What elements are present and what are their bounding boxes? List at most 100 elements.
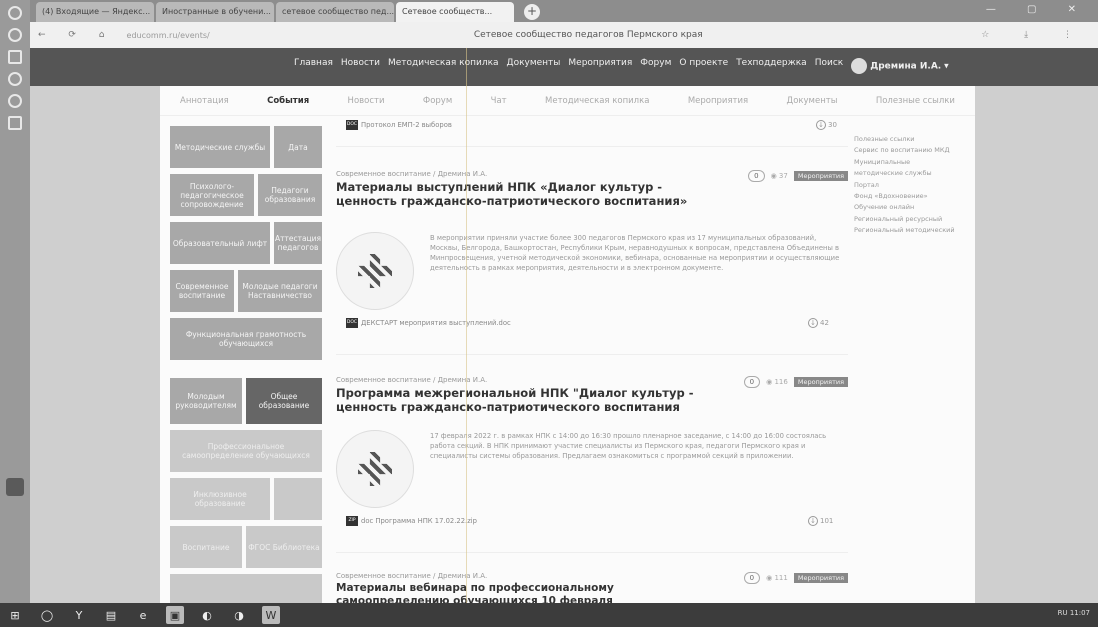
download-icon: ↓ — [816, 120, 826, 130]
menu-icon[interactable] — [8, 6, 22, 20]
community-logo — [336, 232, 414, 310]
history-icon[interactable] — [8, 28, 22, 42]
tile-date[interactable]: Дата — [274, 126, 322, 168]
eye-icon: ◉ — [770, 172, 777, 180]
comments-count[interactable]: 0 — [743, 376, 761, 388]
system-tray[interactable]: RU 11:07 — [1058, 609, 1090, 617]
download-count[interactable]: ↓ 101 — [808, 516, 833, 526]
tab-documents[interactable]: Документы — [787, 96, 838, 115]
file-attachment[interactable]: DOC ДЕКСТАРТ мероприятия выступлений.doc — [346, 318, 511, 328]
chrome-icon[interactable]: ◐ — [198, 606, 216, 624]
browser-tab-active[interactable]: Сетевое сообществ... — [396, 2, 514, 22]
download-icon: ↓ — [808, 516, 818, 526]
nav-support[interactable]: Техподдержка — [736, 58, 807, 74]
tile-prof-selfdetermination[interactable]: Профессиональное самоопределение обучающ… — [170, 430, 322, 472]
tab-news[interactable]: Новости — [348, 96, 385, 115]
tab-annotation[interactable]: Аннотация — [180, 96, 229, 115]
link-item[interactable]: Региональный методический — [854, 225, 974, 236]
windows-icon[interactable]: ⊞ — [6, 606, 24, 624]
bookmarks-icon[interactable] — [8, 50, 22, 64]
tile-inclusive[interactable]: Инклюзивное образование — [170, 478, 270, 520]
tile-upbringing[interactable]: Воспитание — [170, 526, 242, 568]
nav-news[interactable]: Новости — [341, 58, 380, 74]
search-icon[interactable]: ◯ — [38, 606, 56, 624]
downloads-icon[interactable] — [8, 116, 22, 130]
comments-count[interactable]: 0 — [748, 170, 765, 182]
tile-edu-lift[interactable]: Образовательный лифт — [170, 222, 270, 264]
media-icon[interactable] — [8, 94, 22, 108]
tile-more[interactable] — [170, 574, 322, 603]
url-field[interactable]: educomm.ru/events/ — [127, 31, 387, 40]
category-tag[interactable]: Мероприятия — [793, 573, 848, 583]
user-name: Дремина И.А. — [870, 61, 942, 72]
download-count[interactable]: ↓ 42 — [808, 318, 829, 328]
user-menu[interactable]: Дремина И.А. ▾ — [851, 58, 949, 74]
views-count: 116 — [774, 378, 788, 386]
tile-blank[interactable] — [274, 478, 322, 520]
tile-psych-support[interactable]: Психолого-педагогическое сопровождение — [170, 174, 254, 216]
eye-icon: ◉ — [766, 378, 773, 386]
explorer-icon[interactable]: ▣ — [166, 606, 184, 624]
link-item[interactable]: Региональный ресурсный — [854, 214, 974, 225]
eye-icon: ◉ — [766, 574, 773, 582]
nav-events[interactable]: Мероприятия — [568, 58, 632, 74]
files-icon[interactable]: ▤ — [102, 606, 120, 624]
tile-young-leaders[interactable]: Молодым руководителям — [170, 378, 242, 424]
file-name: doc Программа НПК 17.02.22.zip — [361, 517, 477, 525]
tile-methodical-services[interactable]: Методические службы — [170, 126, 270, 168]
tab-forum[interactable]: Форум — [423, 96, 452, 115]
window-controls[interactable]: — ▢ ✕ — [986, 4, 1090, 15]
link-item[interactable]: Муниципальные — [854, 157, 974, 168]
file-name: Протокол ЕМП-2 выборов — [361, 121, 452, 129]
browser-sidebar — [0, 0, 30, 603]
download-count[interactable]: ↓ 30 — [816, 120, 837, 130]
link-item[interactable]: Полезные ссылки — [854, 134, 974, 145]
yandex-icon[interactable]: Y — [70, 606, 88, 624]
link-item[interactable]: Фонд «Вдохновение» — [854, 191, 974, 202]
browser-tab[interactable]: Иностранные в обучени... — [156, 2, 274, 22]
tab-chat[interactable]: Чат — [491, 96, 507, 115]
tile-fgos-library[interactable]: ФГОС Библиотека — [246, 526, 322, 568]
new-tab-button[interactable]: + — [524, 4, 540, 20]
category-tag[interactable]: Мероприятия — [793, 377, 848, 387]
link-item[interactable]: Обучение онлайн — [854, 202, 974, 213]
link-item[interactable]: методические службы — [854, 168, 974, 179]
nav-methodical[interactable]: Методическая копилка — [388, 58, 499, 74]
tile-attestation[interactable]: Аттестация педагогов — [274, 222, 322, 264]
tile-general-education[interactable]: Общее образование — [246, 378, 322, 424]
nav-buttons[interactable]: ← ⟳ ⌂ — [38, 30, 115, 40]
sidebar-app-icon[interactable] — [6, 478, 24, 496]
browser-tools[interactable]: ☆ ⤓ ⋮ — [981, 30, 1088, 40]
file-attachment[interactable]: ZIP doc Программа НПК 17.02.22.zip — [346, 516, 477, 526]
nav-forum[interactable]: Форум — [640, 58, 671, 74]
tile-modern-upbringing[interactable]: Современное воспитание — [170, 270, 234, 312]
scan-artifact-line — [466, 48, 467, 603]
link-item[interactable]: Портал — [854, 180, 974, 191]
article-title[interactable]: Материалы выступлений НПК «Диалог культу… — [336, 180, 696, 209]
address-bar: ← ⟳ ⌂ educomm.ru/events/ Сетевое сообщес… — [30, 22, 1098, 48]
comments-count[interactable]: 0 — [743, 572, 761, 584]
nav-search[interactable]: Поиск — [815, 58, 844, 74]
tab-methodical[interactable]: Методическая копилка — [545, 96, 649, 115]
word-icon[interactable]: W — [262, 606, 280, 624]
nav-home[interactable]: Главная — [294, 58, 333, 74]
nav-about[interactable]: О проекте — [679, 58, 728, 74]
article-title[interactable]: Программа межрегиональной НПК "Диалог ку… — [336, 386, 736, 415]
tile-functional-literacy[interactable]: Функциональная грамотность обучающихся — [170, 318, 322, 360]
settings-icon[interactable] — [8, 72, 22, 86]
doc-icon: DOC — [346, 120, 358, 130]
browser-tab[interactable]: (4) Входящие — Яндекс... — [36, 2, 154, 22]
category-tag[interactable]: Мероприятия — [793, 171, 848, 181]
useful-links: Полезные ссылки Сервис по воспитанию МКД… — [854, 134, 974, 236]
tile-young-teachers[interactable]: Молодые педагоги Наставничество — [238, 270, 322, 312]
browser-icon[interactable]: ◑ — [230, 606, 248, 624]
nav-documents[interactable]: Документы — [507, 58, 561, 74]
tab-events[interactable]: События — [267, 96, 309, 115]
link-item[interactable]: Сервис по воспитанию МКД — [854, 145, 974, 156]
tab-activities[interactable]: Мероприятия — [688, 96, 748, 115]
browser-tab[interactable]: сетевое сообщество пед... — [276, 2, 394, 22]
file-attachment[interactable]: DOC Протокол ЕМП-2 выборов — [346, 120, 452, 130]
tile-teachers[interactable]: Педагоги образования — [258, 174, 322, 216]
tab-links[interactable]: Полезные ссылки — [876, 96, 955, 115]
edge-icon[interactable]: e — [134, 606, 152, 624]
